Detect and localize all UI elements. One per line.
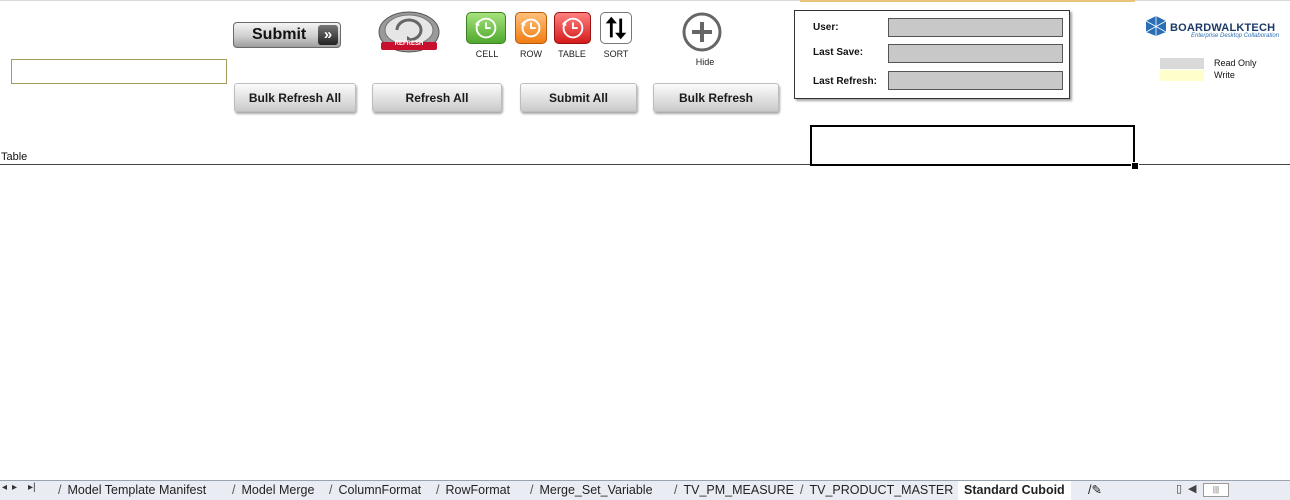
- boardwalk-logo-icon: [1145, 15, 1167, 37]
- scroll-left-icon[interactable]: ◀: [1188, 482, 1196, 495]
- table-refresh-button[interactable]: [554, 12, 591, 44]
- last-save-label: Last Save:: [813, 47, 864, 58]
- first-sheet-nav-icon[interactable]: ◂: [2, 482, 7, 493]
- sheet-tab-rowformat[interactable]: / RowFormat: [436, 481, 510, 500]
- scroll-split-handle[interactable]: ▯: [1176, 482, 1182, 495]
- bulk-refresh-all-button[interactable]: Bulk Refresh All: [234, 83, 356, 112]
- row-refresh-button[interactable]: [515, 12, 547, 44]
- hide-plus-icon[interactable]: [680, 12, 724, 52]
- last-save-value: [888, 44, 1063, 63]
- fill-handle[interactable]: [1131, 162, 1139, 170]
- brand-tagline: Enterprise Desktop Collaboration: [1191, 33, 1280, 39]
- sheet-tab-tv-pm-measure[interactable]: / TV_PM_MEASURE: [674, 481, 794, 500]
- read-only-swatch: [1160, 58, 1204, 69]
- next-sheet-nav-icon[interactable]: ▸: [12, 482, 17, 493]
- write-label: Write: [1214, 70, 1235, 80]
- cell-refresh-button[interactable]: [466, 12, 506, 44]
- double-chevron-right-icon: »: [318, 25, 338, 45]
- tab-separator: /: [674, 483, 678, 497]
- sheet-tab-columnformat[interactable]: / ColumnFormat: [329, 481, 421, 500]
- read-only-label: Read Only: [1214, 58, 1257, 68]
- cell-label: CELL: [475, 49, 499, 59]
- name-box-input[interactable]: [11, 59, 227, 84]
- tab-label: TV_PRODUCT_MASTER: [809, 483, 954, 497]
- horizontal-scrollbar-thumb[interactable]: |||: [1203, 483, 1229, 497]
- sheet-tab-standard-cuboid[interactable]: Standard Cuboid: [958, 481, 1071, 500]
- hide-label: Hide: [695, 57, 715, 67]
- tab-label: Merge_Set_Variable: [539, 483, 653, 497]
- last-refresh-label: Last Refresh:: [813, 76, 877, 87]
- session-info-panel: User: Last Save: Last Refresh:: [794, 10, 1070, 99]
- table-clock-icon: [561, 17, 584, 39]
- tab-label: Standard Cuboid: [964, 483, 1065, 497]
- submit-all-button[interactable]: Submit All: [520, 83, 637, 112]
- tab-separator: /: [58, 483, 62, 497]
- row-clock-icon: [520, 18, 541, 38]
- sheet-tab-model-merge[interactable]: / Model Merge: [232, 481, 314, 500]
- refresh-icon-label: REFRESH: [394, 41, 424, 47]
- last-refresh-value: [888, 71, 1063, 90]
- top-accent-line: [800, 0, 1135, 2]
- user-label: User:: [813, 22, 839, 33]
- sort-label: SORT: [603, 49, 629, 59]
- last-sheet-nav-icon[interactable]: ▸|: [28, 482, 36, 493]
- bulk-refresh-button[interactable]: Bulk Refresh: [653, 83, 779, 112]
- sheet-tab-tv-product-master[interactable]: / TV_PRODUCT_MASTER: [800, 481, 953, 500]
- submit-button[interactable]: Submit »: [233, 22, 341, 48]
- tab-separator: /: [436, 483, 440, 497]
- write-swatch: [1160, 70, 1204, 81]
- user-value: [888, 18, 1063, 37]
- sheet-tab-merge-set-variable[interactable]: / Merge_Set_Variable: [530, 481, 653, 500]
- cell-clock-icon: [474, 17, 497, 39]
- tab-separator: /: [232, 483, 236, 497]
- submit-button-label: Submit: [252, 26, 307, 43]
- row-label: ROW: [520, 49, 542, 59]
- insert-sheet-icon[interactable]: /✎: [1088, 481, 1102, 500]
- tab-label: Model Template Manifest: [67, 483, 207, 497]
- tab-separator: /: [530, 483, 534, 497]
- sheet-tab-model-template-manifest[interactable]: / Model Template Manifest: [58, 481, 206, 500]
- table-label: TABLE: [558, 49, 586, 59]
- tab-label: Model Merge: [241, 483, 315, 497]
- tab-label: RowFormat: [445, 483, 511, 497]
- sort-button[interactable]: [600, 12, 632, 44]
- table-header-label: Table: [1, 151, 28, 163]
- tab-label: TV_PM_MEASURE: [683, 483, 794, 497]
- tab-label: ColumnFormat: [338, 483, 422, 497]
- refresh-icon-button[interactable]: REFRESH: [377, 10, 441, 58]
- tab-separator: /: [329, 483, 333, 497]
- selected-cell[interactable]: [810, 125, 1135, 166]
- refresh-all-button[interactable]: Refresh All: [372, 83, 502, 112]
- sort-arrows-icon: [605, 16, 627, 40]
- tab-separator: /: [800, 483, 804, 497]
